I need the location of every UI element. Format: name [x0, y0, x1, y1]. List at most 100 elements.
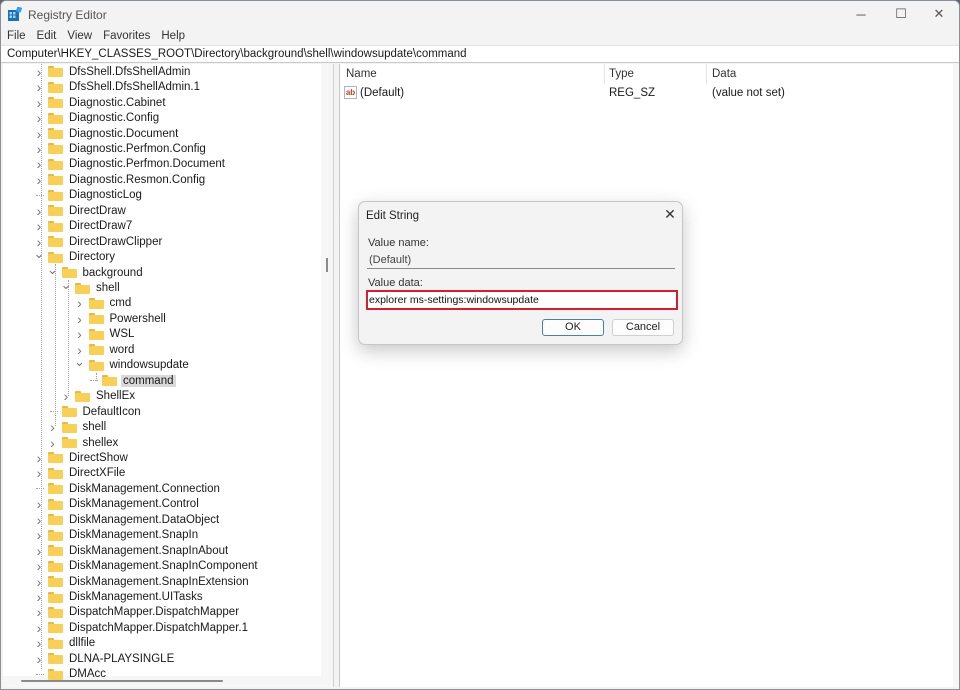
tree-item[interactable]: › WSL — [75, 326, 137, 342]
column-header-data[interactable]: Data — [712, 68, 736, 80]
tree-vertical-scrollbar[interactable] — [321, 64, 333, 676]
tree-item[interactable]: ⌄ shell — [61, 277, 122, 295]
tree-item[interactable]: › DirectDraw7 — [34, 218, 134, 234]
chevron-down-icon[interactable]: ⌄ — [34, 246, 45, 262]
menu-favorites[interactable]: Favorites — [103, 27, 150, 45]
tree-item[interactable]: › DfsShell.DfsShellAdmin.1 — [34, 79, 202, 95]
tree-item[interactable]: › DiskManagement.SnapInComponent — [34, 558, 260, 574]
tree-item[interactable]: › shell — [48, 419, 109, 435]
tree-item[interactable]: › DiskManagement.SnapIn — [34, 527, 200, 543]
minimize-button[interactable]: ─ — [841, 1, 881, 27]
tree-item[interactable]: › DirectDrawClipper — [34, 234, 164, 250]
menu-view[interactable]: View — [67, 27, 92, 45]
chevron-right-icon[interactable]: › — [34, 172, 44, 188]
column-divider[interactable] — [604, 64, 605, 84]
chevron-right-icon[interactable]: › — [34, 512, 44, 528]
tree-item[interactable]: › DiskManagement.SnapInAbout — [34, 543, 230, 559]
chevron-right-icon[interactable]: › — [34, 496, 44, 512]
menu-help[interactable]: Help — [161, 27, 185, 45]
tree-item[interactable]: › Diagnostic.Cabinet — [34, 95, 168, 111]
tree-item[interactable]: › Diagnostic.Perfmon.Document — [34, 156, 227, 172]
tree-item[interactable]: › Diagnostic.Perfmon.Config — [34, 141, 208, 157]
folder-icon — [88, 359, 104, 371]
value-data-input[interactable]: explorer ms-settings:windowsupdate — [366, 290, 678, 310]
column-header-name[interactable]: Name — [346, 68, 377, 80]
tree-item[interactable]: DMAcc — [34, 667, 108, 682]
chevron-right-icon[interactable]: › — [34, 543, 44, 559]
address-bar[interactable]: Computer\HKEY_CLASSES_ROOT\Directory\bac… — [1, 45, 959, 63]
tree-item-label: DiagnosticLog — [69, 189, 142, 202]
chevron-right-icon[interactable]: › — [75, 311, 85, 327]
tree-item[interactable]: › DispatchMapper.DispatchMapper.1 — [34, 620, 250, 636]
chevron-right-icon[interactable]: › — [34, 218, 44, 234]
chevron-right-icon[interactable]: › — [34, 558, 44, 574]
chevron-right-icon[interactable]: › — [34, 141, 44, 157]
chevron-right-icon[interactable]: › — [75, 326, 85, 342]
tree-item[interactable]: › DirectDraw — [34, 203, 128, 219]
chevron-right-icon[interactable]: › — [75, 295, 85, 311]
tree-item[interactable]: › DiskManagement.UITasks — [34, 589, 205, 605]
tree-item[interactable]: › DfsShell.DfsShellAdmin — [34, 64, 192, 80]
ok-button[interactable]: OK — [542, 319, 604, 336]
tree-item[interactable]: › DiskManagement.Control — [34, 496, 201, 512]
chevron-right-icon[interactable]: › — [34, 604, 44, 620]
tree-item[interactable]: DiagnosticLog — [34, 188, 144, 203]
chevron-down-icon[interactable]: ⌄ — [47, 262, 58, 277]
chevron-down-icon[interactable]: ⌄ — [74, 354, 85, 370]
tree-item-label: DLNA-PLAYSINGLE — [69, 652, 175, 665]
close-button[interactable]: ✕ — [919, 1, 959, 27]
folder-icon — [48, 220, 63, 232]
tree-item[interactable]: › Diagnostic.Document — [34, 126, 180, 142]
chevron-right-icon[interactable]: › — [34, 620, 44, 636]
tree-item[interactable]: › DirectXFile — [34, 465, 127, 481]
tree-item[interactable]: command — [88, 373, 176, 388]
tree-item[interactable]: › DispatchMapper.DispatchMapper — [34, 604, 241, 620]
tree-item[interactable]: › ShellEx — [61, 388, 137, 404]
chevron-right-icon[interactable]: › — [34, 79, 44, 95]
tree-item[interactable]: › cmd — [75, 295, 134, 311]
chevron-right-icon[interactable]: › — [48, 419, 58, 435]
tree-item[interactable]: › dllfile — [34, 635, 97, 651]
tree-vertical-scroll-thumb[interactable] — [326, 258, 328, 272]
chevron-right-icon[interactable]: › — [34, 450, 44, 466]
tree-item[interactable]: › Diagnostic.Resmon.Config — [34, 172, 207, 188]
tree-item[interactable]: › DirectShow — [34, 450, 130, 466]
chevron-right-icon[interactable]: › — [34, 95, 44, 111]
tree-item[interactable]: DefaultIcon — [48, 404, 143, 419]
folder-icon — [48, 81, 63, 93]
maximize-button[interactable]: ☐ — [881, 1, 921, 27]
dialog-close-icon[interactable]: ✕ — [662, 206, 678, 222]
chevron-right-icon[interactable]: › — [34, 465, 44, 481]
tree-item[interactable]: › DiskManagement.SnapInExtension — [34, 574, 251, 590]
chevron-right-icon[interactable]: › — [34, 110, 44, 126]
value-row[interactable]: ab (Default) REG_SZ (value not set) — [340, 85, 953, 101]
chevron-right-icon[interactable]: › — [48, 435, 58, 451]
dialog-title: Edit String — [366, 210, 420, 222]
chevron-right-icon[interactable]: › — [34, 156, 44, 172]
chevron-right-icon[interactable]: › — [34, 64, 44, 80]
column-header-type[interactable]: Type — [609, 68, 634, 80]
chevron-right-icon[interactable]: › — [61, 388, 71, 404]
tree-item[interactable]: › shellex — [48, 435, 121, 451]
chevron-right-icon[interactable]: › — [34, 126, 44, 142]
tree-item[interactable]: › Diagnostic.Config — [34, 110, 161, 126]
column-divider[interactable] — [706, 64, 707, 84]
cancel-button[interactable]: Cancel — [612, 319, 674, 336]
chevron-right-icon[interactable]: › — [34, 574, 44, 590]
chevron-right-icon[interactable]: › — [34, 589, 44, 605]
chevron-right-icon[interactable]: › — [34, 635, 44, 651]
folder-icon — [48, 653, 63, 665]
chevron-right-icon[interactable]: › — [34, 203, 44, 219]
folder-icon — [48, 498, 63, 510]
menu-file[interactable]: File — [7, 27, 26, 45]
tree-item[interactable]: ⌄ windowsupdate — [74, 354, 191, 373]
chevron-right-icon[interactable]: › — [34, 651, 44, 667]
tree-item[interactable]: › DLNA-PLAYSINGLE — [34, 651, 176, 667]
tree-item[interactable]: DiskManagement.Connection — [34, 481, 222, 496]
tree-item[interactable]: › DiskManagement.DataObject — [34, 512, 221, 528]
menu-edit[interactable]: Edit — [37, 27, 57, 45]
tree-item[interactable]: › Powershell — [75, 311, 168, 327]
folder-icon — [88, 328, 104, 340]
chevron-down-icon[interactable]: ⌄ — [61, 277, 72, 293]
chevron-right-icon[interactable]: › — [34, 527, 44, 543]
